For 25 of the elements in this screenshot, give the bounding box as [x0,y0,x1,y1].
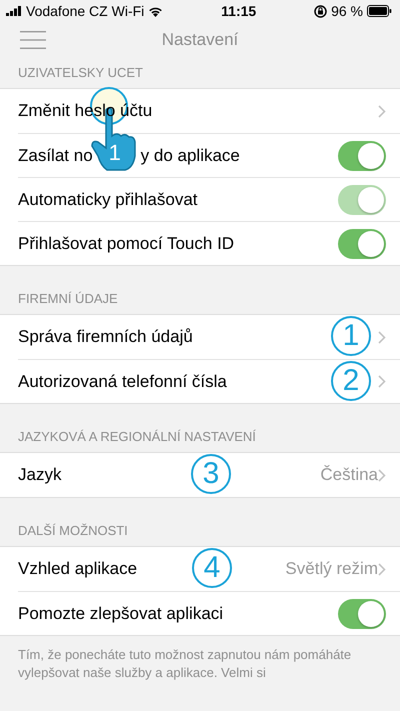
row-value: Světlý režim [285,558,378,580]
settings-link[interactable]: Jazyk [18,462,62,488]
carrier-name: Vodafone CZ Wi-Fi [26,2,144,20]
clock-time: 11:15 [221,2,256,20]
step-number: 1 [108,142,121,164]
row-label: Přihlašovat pomocí Touch ID [18,232,234,255]
row-label: y do aplikace [140,144,240,167]
row-value: Čeština [320,464,378,486]
row-label: Pomozte zlepšovat aplikaci [18,602,224,625]
footer-note: Tím, že ponecháte tuto možnost zapnutou nám pomáháte vylepšovat naše služby a aplikace. Velmi si [17,646,352,682]
settings-link[interactable]: Autorizovaná telefonní čísla [18,368,227,394]
section-header: JAZYKOVÁ A REGIONÁLNÍ NASTAVENÍ [18,428,256,446]
step-number: 2 [331,361,371,401]
step-number: 1 [331,316,371,356]
page-title: Nastavení [162,29,238,52]
row-label: Automaticky přihlašovat [18,188,198,211]
section-header: FIREMNÍ ÚDAJE [18,290,118,308]
row-label: Zasílat no [18,144,93,167]
step-number: 4 [192,548,232,588]
section-header: DALŠÍ MOŽNOSTI [18,522,128,540]
battery-percent: 96 % [331,2,364,20]
settings-link[interactable]: Vzhled aplikace [18,556,138,582]
section-header: UZIVATELSKY UCET [18,64,143,82]
step-number: 3 [191,454,231,494]
settings-link[interactable]: Správa firemních údajů [18,324,193,350]
